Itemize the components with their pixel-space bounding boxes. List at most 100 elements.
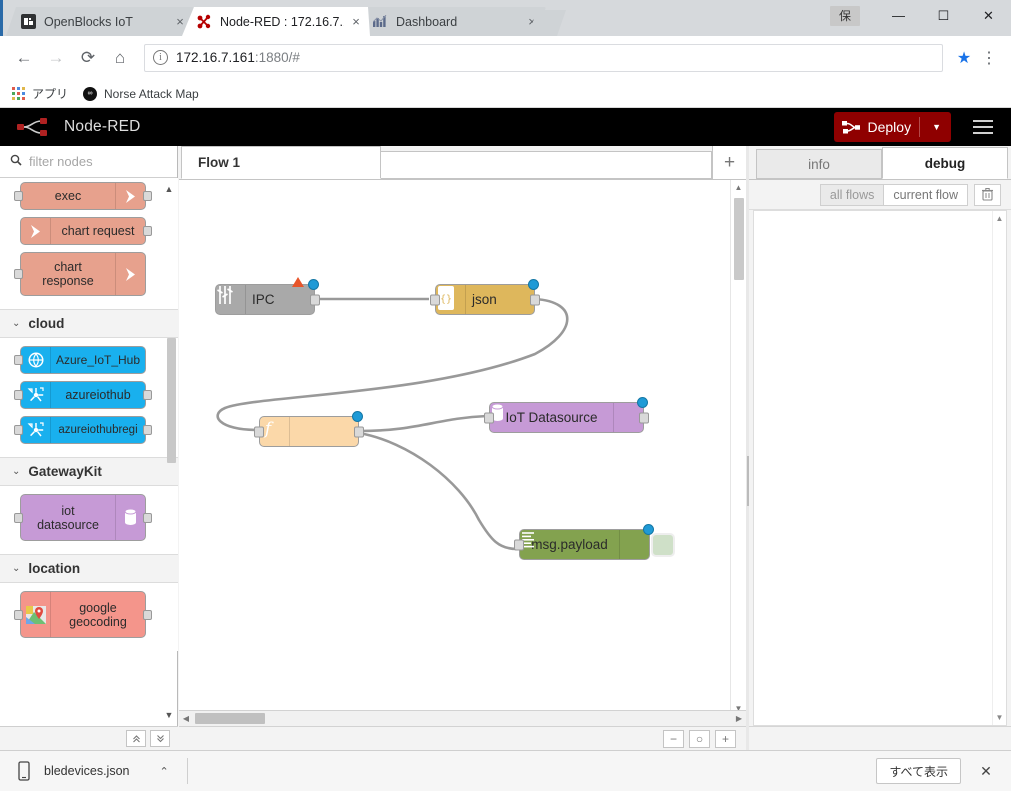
palette-node-chart-response[interactable]: chart response bbox=[14, 252, 146, 296]
output-port[interactable] bbox=[143, 512, 152, 523]
deploy-button[interactable]: Deploy ▼ bbox=[834, 112, 951, 142]
zoom-in-button[interactable]: + bbox=[715, 729, 736, 748]
flow-canvas[interactable]: IPC {} json f IoT Datasource msg.payload bbox=[179, 180, 746, 716]
input-port[interactable] bbox=[484, 412, 494, 423]
input-port[interactable] bbox=[14, 425, 23, 435]
input-port[interactable] bbox=[14, 355, 23, 365]
home-icon[interactable]: ⌂ bbox=[106, 44, 134, 72]
output-port[interactable] bbox=[143, 609, 152, 620]
chevron-down-icon[interactable]: ▼ bbox=[932, 122, 941, 132]
tab-debug[interactable]: debug bbox=[882, 147, 1008, 179]
address-bar[interactable]: i 172.16.7.161 :1880/# bbox=[144, 43, 943, 72]
maximize-button[interactable]: ☐ bbox=[921, 0, 966, 31]
browser-tab-dashboard[interactable]: Dashboard × bbox=[358, 7, 546, 36]
ime-indicator[interactable]: 保 bbox=[830, 5, 860, 26]
output-port[interactable] bbox=[354, 426, 364, 437]
status-indicator bbox=[637, 397, 648, 408]
zoom-reset-button[interactable]: ○ bbox=[689, 729, 710, 748]
window-close-button[interactable]: ✕ bbox=[966, 0, 1011, 31]
canvas-horizontal-scrollbar[interactable]: ◀ ▶ bbox=[179, 710, 746, 726]
flow-tab-label: Flow 1 bbox=[198, 155, 241, 170]
output-port[interactable] bbox=[530, 294, 540, 305]
input-port[interactable] bbox=[514, 539, 524, 550]
svg-text:{}: {} bbox=[440, 294, 452, 305]
flow-node-json[interactable]: {} json bbox=[430, 279, 540, 315]
palette-category-gatewaykit[interactable]: ⌄ GatewayKit bbox=[0, 457, 178, 486]
palette-node-exec[interactable]: exec bbox=[14, 182, 152, 210]
site-info-icon[interactable]: i bbox=[153, 50, 168, 65]
bookmark-norse-attack-map[interactable]: ∞ Norse Attack Map bbox=[82, 86, 199, 102]
flow-tab-flow-1[interactable]: Flow 1 bbox=[181, 146, 381, 179]
node-red-logo-icon bbox=[17, 117, 55, 137]
output-port[interactable] bbox=[639, 412, 649, 423]
canvas-hscroll-thumb[interactable] bbox=[195, 713, 265, 724]
input-port[interactable] bbox=[14, 512, 23, 523]
expand-all-button[interactable] bbox=[150, 730, 170, 747]
palette-node-azureiothubregistry[interactable]: azureiothubregi bbox=[14, 416, 152, 444]
palette-node-azure-iot-hub[interactable]: Azure_IoT_Hub bbox=[14, 346, 146, 374]
palette-scrollbar-thumb[interactable] bbox=[167, 338, 176, 463]
flow-node-debug[interactable]: msg.payload bbox=[514, 524, 675, 560]
scroll-right-icon[interactable]: ▶ bbox=[732, 714, 746, 723]
download-item[interactable]: bledevices.json ⌃ bbox=[16, 761, 169, 781]
main-menu-button[interactable] bbox=[961, 108, 1005, 146]
palette-category-location[interactable]: ⌄ location bbox=[0, 554, 178, 583]
scroll-up-icon[interactable]: ▲ bbox=[996, 214, 1004, 223]
close-icon[interactable]: × bbox=[172, 14, 188, 29]
palette-node-google-geocoding[interactable]: google geocoding bbox=[14, 591, 152, 638]
filter-all-flows-button[interactable]: all flows bbox=[819, 183, 884, 206]
input-port[interactable] bbox=[14, 191, 23, 201]
close-icon[interactable]: × bbox=[348, 14, 364, 29]
chrome-menu-icon[interactable]: ⋮ bbox=[977, 45, 1001, 71]
input-port[interactable] bbox=[430, 294, 440, 305]
collapse-all-button[interactable] bbox=[126, 730, 146, 747]
input-port[interactable] bbox=[14, 390, 23, 400]
minimize-button[interactable]: — bbox=[876, 0, 921, 31]
debug-scrollbar[interactable]: ▲ ▼ bbox=[992, 211, 1006, 725]
browser-tab-openblocks[interactable]: OpenBlocks IoT × bbox=[6, 7, 194, 36]
trash-icon[interactable] bbox=[974, 183, 1001, 206]
debug-toggle-button[interactable] bbox=[651, 532, 675, 557]
palette-scroll-down-icon[interactable]: ▼ bbox=[162, 708, 176, 722]
palette-search[interactable] bbox=[0, 146, 177, 178]
browser-tab-node-red[interactable]: Node-RED : 172.16.7.161 × bbox=[182, 7, 370, 36]
input-port[interactable] bbox=[14, 609, 23, 620]
palette-node-iot-datasource[interactable]: iot datasource bbox=[14, 494, 152, 541]
deploy-label: Deploy bbox=[867, 119, 912, 135]
add-flow-button[interactable]: + bbox=[712, 146, 746, 179]
input-port[interactable] bbox=[14, 269, 23, 279]
back-icon[interactable]: ← bbox=[10, 44, 38, 72]
palette-scroll-up-icon[interactable]: ▲ bbox=[162, 182, 176, 196]
output-port[interactable] bbox=[143, 191, 152, 201]
palette-node-chart-request[interactable]: chart request bbox=[20, 217, 152, 245]
tab-info[interactable]: info bbox=[756, 149, 882, 179]
search-input[interactable] bbox=[29, 154, 171, 169]
palette-node-label: azureiothub bbox=[65, 388, 131, 402]
palette-category-cloud[interactable]: ⌄ cloud bbox=[0, 309, 178, 338]
flow-node-function[interactable]: f bbox=[254, 411, 364, 447]
close-download-bar-button[interactable]: ✕ bbox=[973, 763, 999, 780]
flow-node-iot-datasource[interactable]: IoT Datasource bbox=[484, 397, 649, 433]
output-port[interactable] bbox=[143, 226, 152, 236]
scroll-down-icon[interactable]: ▼ bbox=[996, 713, 1004, 722]
scroll-left-icon[interactable]: ◀ bbox=[179, 714, 193, 723]
forward-icon[interactable]: → bbox=[42, 44, 70, 72]
input-port[interactable] bbox=[254, 426, 264, 437]
reload-icon[interactable]: ⟳ bbox=[74, 44, 102, 72]
flow-node-ipc[interactable]: IPC bbox=[215, 277, 320, 315]
canvas-vscroll-thumb[interactable] bbox=[734, 198, 744, 280]
bookmark-apps[interactable]: アプリ bbox=[10, 85, 68, 102]
palette-category-label: cloud bbox=[28, 316, 65, 331]
palette-node-azureiothub[interactable]: azureiothub bbox=[14, 381, 152, 409]
filter-current-flow-button[interactable]: current flow bbox=[883, 183, 968, 206]
output-port[interactable] bbox=[143, 425, 152, 435]
debug-message-list[interactable]: ▲ ▼ bbox=[753, 210, 1007, 726]
chevron-up-icon[interactable]: ⌃ bbox=[159, 765, 168, 778]
canvas-vertical-scrollbar[interactable]: ▲ ▼ bbox=[730, 180, 746, 716]
output-port[interactable] bbox=[143, 390, 152, 400]
bookmark-star-icon[interactable]: ★ bbox=[951, 45, 977, 71]
show-all-downloads-button[interactable]: すべて表示 bbox=[876, 758, 961, 784]
scroll-up-icon[interactable]: ▲ bbox=[735, 183, 743, 192]
zoom-out-button[interactable]: − bbox=[663, 729, 684, 748]
output-port[interactable] bbox=[310, 294, 320, 305]
